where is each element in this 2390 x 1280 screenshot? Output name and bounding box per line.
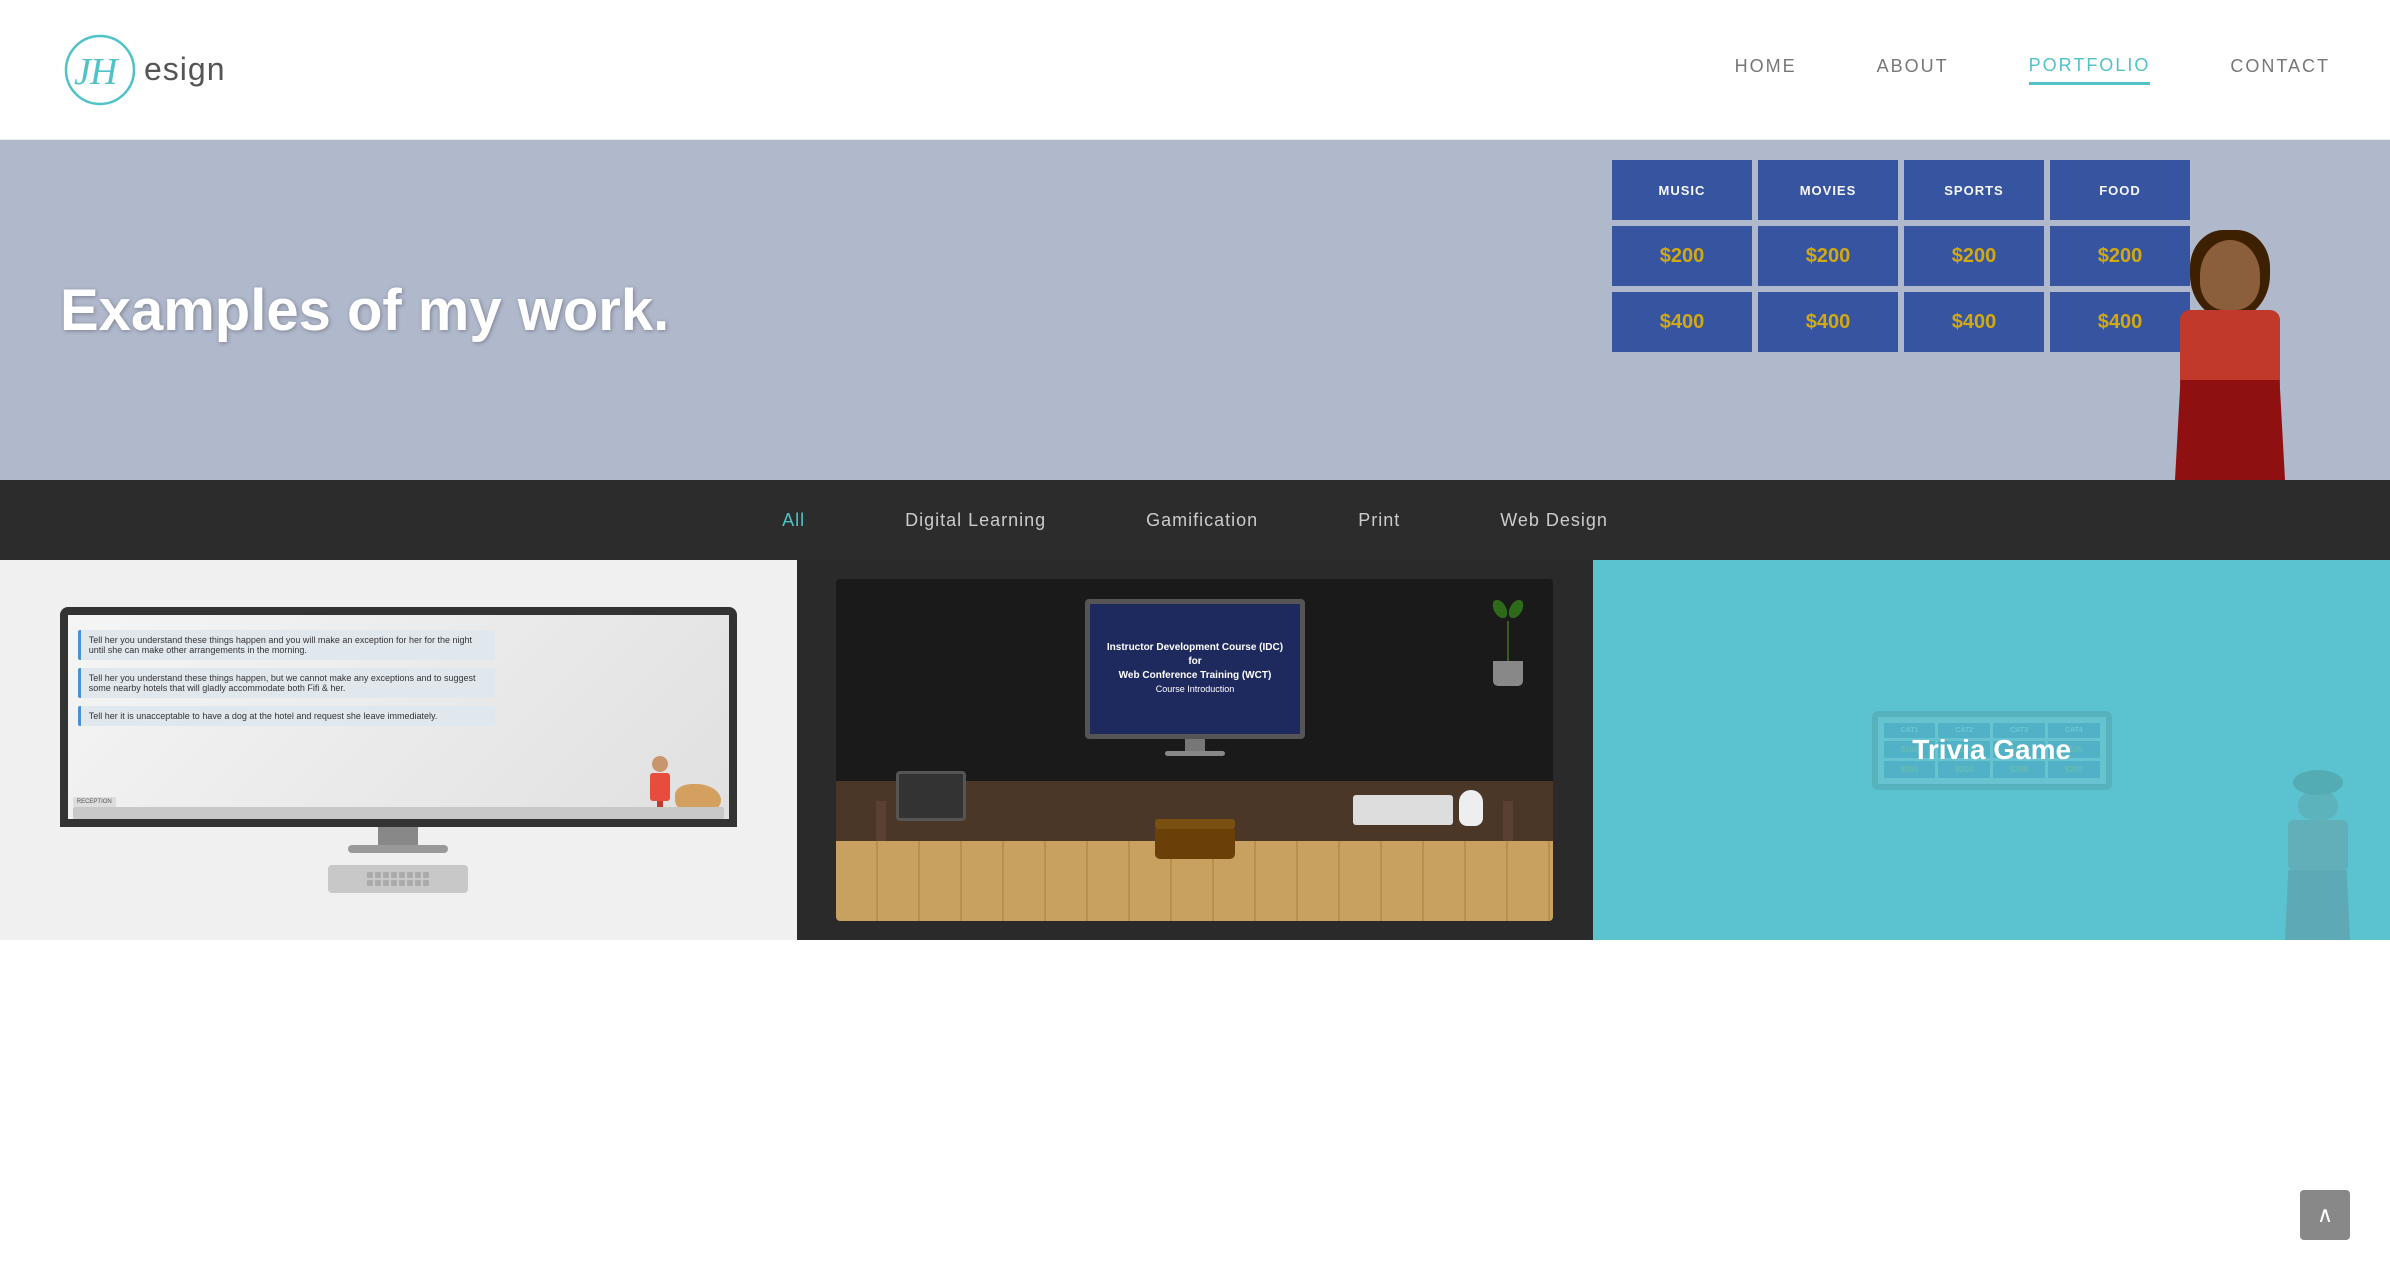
portfolio-grid: Tell her you understand these things hap… [0, 560, 2390, 960]
nav-about[interactable]: ABOUT [1877, 56, 1949, 83]
monitor-base [348, 845, 448, 853]
portfolio-item-scenario[interactable]: Tell her you understand these things hap… [0, 560, 797, 940]
plant [1483, 599, 1533, 686]
desk-scene: Instructor Development Course (IDC) forW… [836, 579, 1553, 921]
desk-monitor-screen: Instructor Development Course (IDC) forW… [1085, 599, 1305, 739]
desk-monitor: Instructor Development Course (IDC) forW… [1085, 599, 1305, 756]
logo[interactable]: J H esign [60, 30, 226, 110]
filter-print[interactable]: Print [1358, 510, 1400, 531]
trivia-overlay: Trivia Game [1593, 560, 2390, 940]
svg-text:H: H [89, 51, 120, 93]
scroll-to-top-button[interactable]: ∧ [2300, 1190, 2350, 1240]
portfolio-item-trivia[interactable]: CAT1 CAT2 CAT3 CAT4 $100 $100 $100 $100 … [1593, 560, 2390, 940]
desk-mouse [1459, 790, 1483, 826]
desk-leg-left [876, 801, 886, 841]
filter-gamification[interactable]: Gamification [1146, 510, 1258, 531]
screen-option-3: Tell her it is unacceptable to have a do… [78, 706, 495, 726]
site-header: J H esign HOME ABOUT PORTFOLIO CONTACT [0, 0, 2390, 140]
nav-home[interactable]: HOME [1735, 56, 1797, 83]
desk-ipad [896, 771, 966, 821]
character-figure [2170, 240, 2290, 480]
jeopardy-val-2-4: $400 [2050, 292, 2190, 352]
jeopardy-val-1-3: $200 [1904, 226, 2044, 286]
scroll-top-icon: ∧ [2317, 1204, 2333, 1226]
plant-pot [1493, 661, 1523, 686]
filter-web-design[interactable]: Web Design [1500, 510, 1608, 531]
filter-all[interactable]: All [782, 510, 805, 531]
hero-title: Examples of my work. [60, 277, 669, 344]
screen-person-figure [646, 756, 674, 811]
monitor: Tell her you understand these things hap… [60, 607, 737, 893]
jeopardy-val-1-4: $200 [2050, 226, 2190, 286]
jeopardy-cat-3: SPORTS [1904, 160, 2044, 220]
screen-option-2: Tell her you understand these things hap… [78, 668, 495, 698]
monitor-stand [378, 827, 418, 845]
jeopardy-cat-1: MUSIC [1612, 160, 1752, 220]
char-skirt [2175, 380, 2285, 480]
jeopardy-val-2-3: $400 [1904, 292, 2044, 352]
plant-leaf-right [1506, 597, 1526, 620]
trivia-label: Trivia Game [1912, 734, 2071, 766]
char-shirt [2180, 310, 2280, 390]
nav-contact[interactable]: CONTACT [2230, 56, 2330, 83]
filter-bar: All Digital Learning Gamification Print … [0, 480, 2390, 560]
desk-leg-right [1503, 801, 1513, 841]
monitor-keyboard [328, 865, 468, 893]
screen-desk [73, 807, 724, 819]
filter-digital-learning[interactable]: Digital Learning [905, 510, 1046, 531]
desk-monitor-stand [1185, 739, 1205, 751]
hero-banner: MUSIC MOVIES SPORTS FOOD $200 $200 $200 … [0, 140, 2390, 480]
plant-stem [1507, 621, 1509, 661]
reception-sign: RECEPTION [73, 797, 116, 807]
chair [1155, 819, 1235, 859]
main-nav: HOME ABOUT PORTFOLIO CONTACT [1735, 55, 2330, 85]
jeopardy-cat-2: MOVIES [1758, 160, 1898, 220]
plant-leaf-left [1490, 597, 1510, 620]
monitor-screen: Tell her you understand these things hap… [60, 607, 737, 827]
logo-text: esign [144, 51, 226, 88]
desk-monitor-text: Instructor Development Course (IDC) forW… [1100, 641, 1290, 697]
jeopardy-board: MUSIC MOVIES SPORTS FOOD $200 $200 $200 … [1612, 160, 2190, 352]
jeopardy-val-1-2: $200 [1758, 226, 1898, 286]
screen-option-1: Tell her you understand these things hap… [78, 630, 495, 660]
jeopardy-val-2-2: $400 [1758, 292, 1898, 352]
desk-keyboard [1353, 795, 1453, 825]
portfolio-item-idc[interactable]: Instructor Development Course (IDC) forW… [797, 560, 1594, 940]
jeopardy-val-1-1: $200 [1612, 226, 1752, 286]
nav-portfolio[interactable]: PORTFOLIO [2029, 55, 2151, 85]
logo-icon: J H [60, 30, 140, 110]
char-head [2200, 240, 2260, 310]
jeopardy-val-2-1: $400 [1612, 292, 1752, 352]
monitor-mockup: Tell her you understand these things hap… [60, 589, 737, 912]
jeopardy-cat-4: FOOD [2050, 160, 2190, 220]
desk-monitor-base [1165, 751, 1225, 756]
